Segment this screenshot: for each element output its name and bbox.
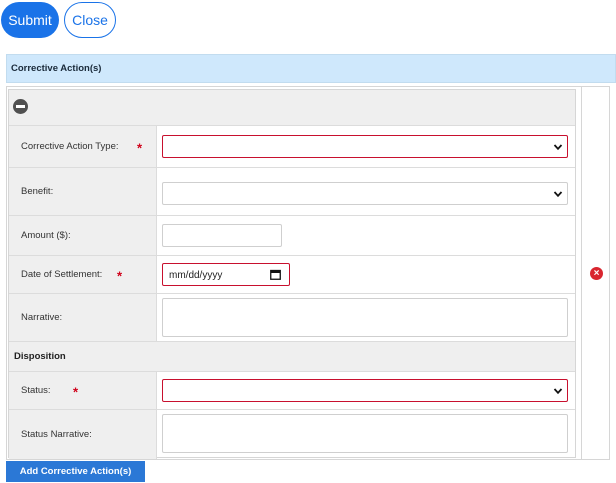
calendar-icon[interactable] xyxy=(270,269,281,280)
row-amount: Amount ($): xyxy=(9,216,575,256)
submit-button[interactable]: Submit xyxy=(1,2,59,38)
row-corrective-action-type: Corrective Action Type: * xyxy=(9,126,575,168)
corrective-action-form: Corrective Action Type: * Benefit: Amoun… xyxy=(8,89,576,459)
row-status: Status: * xyxy=(9,372,575,410)
benefit-select[interactable] xyxy=(162,182,568,205)
status-narrative-label: Status Narrative: xyxy=(9,410,157,459)
corrective-action-type-select[interactable] xyxy=(162,135,568,158)
required-marker: * xyxy=(73,384,79,400)
status-select[interactable] xyxy=(162,379,568,402)
disposition-heading: Disposition xyxy=(9,342,575,372)
row-status-narrative: Status Narrative: xyxy=(9,410,575,459)
date-of-settlement-label: Date of Settlement: * xyxy=(9,256,157,293)
corrective-action-type-label: Corrective Action Type: * xyxy=(9,126,157,167)
row-narrative: Narrative: xyxy=(9,294,575,342)
remove-column: × xyxy=(581,87,609,459)
benefit-label: Benefit: xyxy=(9,168,157,215)
row-benefit: Benefit: xyxy=(9,168,575,216)
chevron-down-icon xyxy=(553,388,563,395)
amount-input[interactable] xyxy=(162,224,282,247)
row-date-of-settlement: Date of Settlement: * mm/dd/yyyy xyxy=(9,256,575,294)
required-marker: * xyxy=(117,268,123,284)
close-button[interactable]: Close xyxy=(64,2,116,38)
required-marker: * xyxy=(137,140,143,156)
add-corrective-action-button[interactable]: Add Corrective Action(s) xyxy=(6,461,145,482)
narrative-label: Narrative: xyxy=(9,294,157,341)
action-bar: Submit Close xyxy=(0,0,616,40)
x-circle-icon[interactable]: × xyxy=(590,267,603,280)
date-of-settlement-input[interactable]: mm/dd/yyyy xyxy=(162,263,290,286)
narrative-textarea[interactable] xyxy=(162,298,568,337)
chevron-down-icon xyxy=(553,191,563,198)
collapse-bar xyxy=(9,90,575,126)
minus-circle-icon[interactable] xyxy=(13,99,28,114)
status-label: Status: * xyxy=(9,372,157,409)
chevron-down-icon xyxy=(553,144,563,151)
corrective-action-panel: Corrective Action Type: * Benefit: Amoun… xyxy=(6,86,610,460)
status-narrative-textarea[interactable] xyxy=(162,414,568,453)
section-header: Corrective Action(s) xyxy=(6,54,616,83)
amount-label: Amount ($): xyxy=(9,216,157,255)
